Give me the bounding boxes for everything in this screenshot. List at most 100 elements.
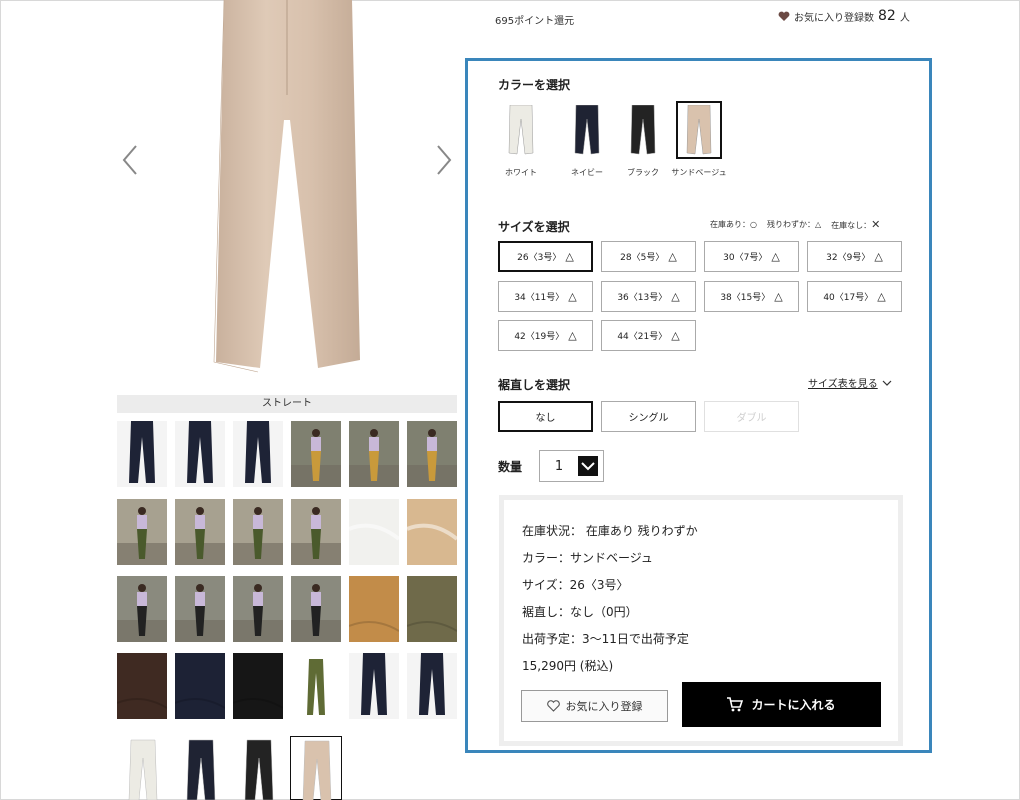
- size-option-label: 44〈21号〉: [617, 332, 668, 342]
- fabric-thumbnail[interactable]: [291, 653, 341, 719]
- stock-status-icon: △: [568, 290, 577, 303]
- favorite-count: お気に入り登録数 82 人: [778, 8, 910, 24]
- heart-icon: [778, 11, 790, 21]
- size-option-button[interactable]: 34〈11号〉 △: [498, 281, 593, 312]
- color-thumbnails: [117, 736, 347, 800]
- gallery-thumbnail[interactable]: [349, 421, 399, 487]
- stock-legend: 在庫あり：○ 残りわずか：△ 在庫なし：✕: [710, 218, 880, 231]
- fabric-thumbnail[interactable]: [349, 576, 399, 642]
- gallery-thumbnail[interactable]: [291, 576, 341, 642]
- size-option-label: 30〈7号〉: [723, 253, 768, 263]
- gallery-thumbnail[interactable]: [233, 499, 283, 565]
- stock-status-icon: △: [774, 290, 783, 303]
- x-icon: ✕: [871, 218, 881, 231]
- chevron-left-icon: [122, 145, 137, 175]
- dropdown-icon: [578, 456, 598, 476]
- legend-out-of-stock: 在庫なし：✕: [831, 218, 881, 231]
- size-option-label: 40〈17号〉: [823, 293, 874, 303]
- add-to-cart-button[interactable]: カートに入れる: [682, 682, 881, 727]
- color-swatch-label: ネイビー: [571, 168, 603, 177]
- legend-in-stock: 在庫あり：○: [710, 220, 757, 229]
- pants-swatch-icon: [574, 105, 600, 155]
- hem-option-button[interactable]: シングル: [601, 401, 696, 432]
- favorite-unit: 人: [899, 12, 910, 24]
- main-product-image: [117, 0, 457, 390]
- hem-option-button: ダブル: [704, 401, 799, 432]
- hem-option-button[interactable]: なし: [498, 401, 593, 432]
- gallery-thumbnail[interactable]: [233, 576, 283, 642]
- stock-status-icon: △: [671, 329, 680, 342]
- detail-thumbnail[interactable]: [117, 421, 167, 487]
- add-to-cart-label: カートに入れる: [751, 698, 836, 712]
- gallery-caption: ストレート: [117, 395, 457, 413]
- size-option-label: 42〈19号〉: [514, 332, 565, 342]
- size-option-button[interactable]: 44〈21号〉 △: [601, 320, 696, 351]
- pants-image: [213, 0, 360, 373]
- color-swatch[interactable]: [564, 101, 610, 159]
- gallery-thumbnail[interactable]: [291, 421, 341, 487]
- size-option-button[interactable]: 38〈15号〉 △: [704, 281, 799, 312]
- next-image-arrow[interactable]: [428, 142, 458, 178]
- color-swatch-label: ホワイト: [505, 168, 537, 177]
- stock-status-icon: △: [671, 290, 680, 303]
- summary-stock: 在庫状況： 在庫あり 残りわずか: [522, 524, 698, 538]
- detail-thumbnail[interactable]: [407, 653, 457, 719]
- fabric-thumbnail[interactable]: [407, 576, 457, 642]
- summary-price: 15,290円 (税込): [522, 659, 614, 673]
- gallery-thumbnail[interactable]: [407, 421, 457, 487]
- color-thumbnail[interactable]: [117, 736, 169, 800]
- chevron-right-icon: [437, 145, 452, 175]
- quantity-select[interactable]: 1: [539, 450, 604, 482]
- gallery-thumbnail[interactable]: [175, 576, 225, 642]
- stock-status-icon: △: [668, 250, 677, 263]
- size-option-button[interactable]: 36〈13号〉 △: [601, 281, 696, 312]
- selection-summary: 在庫状況： 在庫あり 残りわずか カラー：サンドベージュ サイズ：26〈3号〉 …: [499, 495, 903, 746]
- size-option-label: 38〈15号〉: [720, 293, 771, 303]
- favorite-label: お気に入り登録数: [794, 12, 874, 24]
- size-option-label: 36〈13号〉: [617, 293, 668, 303]
- size-chart-link[interactable]: サイズ表を見る: [808, 375, 892, 390]
- size-option-button[interactable]: 26〈3号〉 △: [498, 241, 593, 272]
- detail-thumbnail[interactable]: [349, 653, 399, 719]
- size-option-button[interactable]: 40〈17号〉 △: [807, 281, 902, 312]
- pants-swatch-icon: [508, 105, 534, 155]
- hem-section-title: 裾直しを選択: [498, 378, 571, 392]
- size-chart-label: サイズ表を見る: [808, 379, 878, 390]
- color-thumbnail[interactable]: [175, 736, 227, 800]
- size-section-title: サイズを選択: [498, 220, 570, 234]
- cart-icon: [727, 697, 744, 712]
- fabric-thumbnail[interactable]: [233, 653, 283, 719]
- color-section-title: カラーを選択: [498, 78, 571, 92]
- color-swatch-label: サンドベージュ: [671, 168, 727, 177]
- color-thumbnail[interactable]: [290, 736, 342, 800]
- size-option-label: 32〈9号〉: [826, 253, 871, 263]
- gallery-thumbnail[interactable]: [291, 499, 341, 565]
- detail-thumbnail[interactable]: [175, 421, 225, 487]
- color-thumbnail[interactable]: [233, 736, 285, 800]
- gallery-thumbnail[interactable]: [117, 576, 167, 642]
- quantity-label: 数量: [498, 460, 523, 474]
- detail-thumbnail[interactable]: [233, 421, 283, 487]
- gallery-thumbnail[interactable]: [175, 499, 225, 565]
- size-option-label: 34〈11号〉: [514, 293, 565, 303]
- color-swatch[interactable]: [498, 101, 544, 159]
- points-text: 695ポイント還元: [495, 16, 575, 27]
- fabric-thumbnail[interactable]: [175, 653, 225, 719]
- color-swatch[interactable]: [620, 101, 666, 159]
- stock-status-icon: △: [877, 290, 886, 303]
- size-option-button[interactable]: 42〈19号〉 △: [498, 320, 593, 351]
- stock-status-icon: △: [565, 250, 574, 263]
- size-option-button[interactable]: 30〈7号〉 △: [704, 241, 799, 272]
- size-option-label: 28〈5号〉: [620, 253, 665, 263]
- gallery-thumbnail[interactable]: [117, 499, 167, 565]
- gallery-thumbnail[interactable]: [349, 499, 399, 565]
- gallery-thumbnail[interactable]: [407, 499, 457, 565]
- summary-size: サイズ：26〈3号〉: [522, 578, 629, 592]
- fabric-thumbnail[interactable]: [117, 653, 167, 719]
- summary-color: カラー：サンドベージュ: [522, 551, 653, 565]
- size-option-button[interactable]: 28〈5号〉 △: [601, 241, 696, 272]
- color-swatch[interactable]: [676, 101, 722, 159]
- size-option-button[interactable]: 32〈9号〉 △: [807, 241, 902, 272]
- prev-image-arrow[interactable]: [118, 142, 148, 178]
- add-favorite-button[interactable]: お気に入り登録: [521, 690, 668, 722]
